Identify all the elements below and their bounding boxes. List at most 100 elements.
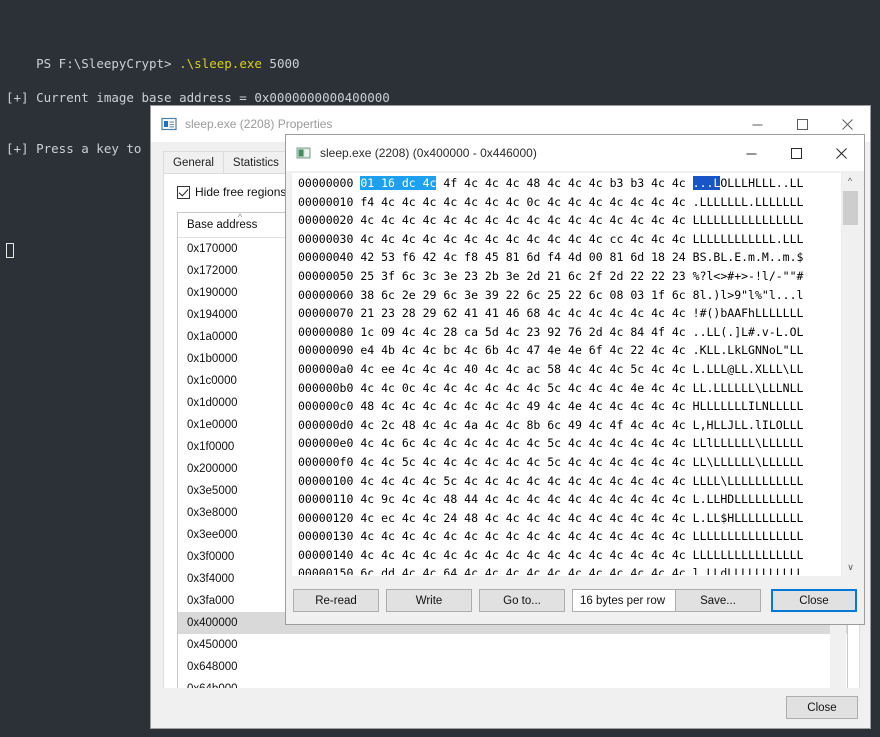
hex-row[interactable]: 00000150 6c dd 4c 4c 64 4c 4c 4c 4c 4c 4… bbox=[293, 564, 857, 576]
chevron-down-icon[interactable]: ∨ bbox=[842, 559, 859, 576]
memory-base-address-cell: 0x194000 bbox=[187, 309, 238, 321]
hex-offset: 00000030 bbox=[298, 231, 361, 246]
hex-ascii: 8l.)l>9"l%"l...l bbox=[692, 287, 804, 302]
maximize-icon[interactable] bbox=[774, 135, 819, 171]
terminal-line-0: PS F:\SleepyCrypt> .\sleep.exe 5000 bbox=[6, 38, 874, 71]
memory-base-address-cell: 0x170000 bbox=[187, 243, 238, 255]
hex-ascii: L,HLLJLL.lILOLLL bbox=[692, 417, 804, 432]
hex-row[interactable]: 000000c0 48 4c 4c 4c 4c 4c 4c 4c 49 4c 4… bbox=[293, 397, 857, 416]
hex-row[interactable]: 00000050 25 3f 6c 3c 3e 23 2b 3e 2d 21 6… bbox=[293, 267, 857, 286]
minimize-icon[interactable] bbox=[729, 135, 774, 171]
tab-statistics[interactable]: Statistics bbox=[222, 151, 289, 174]
properties-title-text: sleep.exe (2208) Properties bbox=[185, 117, 333, 131]
hex-ascii: LLLLLLLLLLLLLLLL bbox=[692, 213, 804, 228]
hex-bytes: 6c dd 4c 4c 64 4c 4c 4c 4c 4c 4c 4c 4c 4… bbox=[360, 566, 693, 576]
hex-bytes: 4c 4c 5c 4c 4c 4c 4c 4c 4c 5c 4c 4c 4c 4… bbox=[360, 454, 693, 469]
hex-offset: 00000150 bbox=[298, 566, 361, 576]
hide-free-regions-row[interactable]: Hide free regions bbox=[177, 185, 286, 199]
memory-region-icon bbox=[296, 145, 312, 161]
hex-vscrollbar[interactable]: ^ ∨ bbox=[841, 173, 858, 576]
hex-row[interactable]: 00000140 4c 4c 4c 4c 4c 4c 4c 4c 4c 4c 4… bbox=[293, 546, 857, 565]
hex-offset: 00000140 bbox=[298, 547, 361, 562]
hex-dump-view[interactable]: 00000000 01 16 dc 4c 4f 4c 4c 4c 48 4c 4… bbox=[292, 173, 858, 576]
hex-bytes: 42 53 f6 42 4c f8 45 81 6d f4 4d 00 81 6… bbox=[360, 250, 693, 265]
hex-ascii: L.LLL@LL.XLLL\LL bbox=[692, 361, 804, 376]
hex-bytes: 4c 4c 4c 4c 4c 4c 4c 4c 4c 4c 4c 4c 4c 4… bbox=[360, 213, 693, 228]
hex-vscroll-thumb[interactable] bbox=[843, 191, 858, 225]
hex-offset: 00000100 bbox=[298, 473, 361, 488]
tab-general[interactable]: General bbox=[163, 151, 224, 174]
hex-window-controls bbox=[729, 135, 864, 171]
hex-row[interactable]: 00000020 4c 4c 4c 4c 4c 4c 4c 4c 4c 4c 4… bbox=[293, 211, 857, 230]
process-properties-icon bbox=[161, 116, 177, 132]
hex-row[interactable]: 000000f0 4c 4c 5c 4c 4c 4c 4c 4c 4c 5c 4… bbox=[293, 453, 857, 472]
hex-ascii: HLLLLLLLILNLLLLL bbox=[692, 399, 804, 414]
write-button[interactable]: Write bbox=[386, 589, 472, 612]
chevron-up-icon[interactable]: ^ bbox=[842, 173, 858, 190]
re-read-button[interactable]: Re-read bbox=[293, 589, 379, 612]
hex-close-button[interactable]: Close bbox=[771, 589, 857, 612]
hex-offset: 000000b0 bbox=[298, 380, 361, 395]
hex-ascii: LL.LLLLLL\LLLNLL bbox=[692, 380, 804, 395]
hex-row[interactable]: 00000110 4c 9c 4c 4c 48 44 4c 4c 4c 4c 4… bbox=[293, 490, 857, 509]
column-header-base-address[interactable]: Base address ^ bbox=[178, 213, 298, 231]
hex-row[interactable]: 000000d0 4c 2c 48 4c 4c 4a 4c 4c 8b 6c 4… bbox=[293, 416, 857, 435]
hex-row[interactable]: 00000040 42 53 f6 42 4c f8 45 81 6d f4 4… bbox=[293, 248, 857, 267]
hex-offset: 00000050 bbox=[298, 268, 361, 283]
hex-row[interactable]: 00000090 e4 4b 4c 4c bc 4c 6b 4c 47 4e 4… bbox=[293, 341, 857, 360]
hex-bytes: 4c 4c 4c 4c 4c 4c 4c 4c 4c 4c 4c 4c cc 4… bbox=[360, 231, 693, 246]
hex-row[interactable]: 00000070 21 23 28 29 62 41 41 46 68 4c 4… bbox=[293, 304, 857, 323]
hex-bytes: 4c 9c 4c 4c 48 44 4c 4c 4c 4c 4c 4c 4c 4… bbox=[360, 492, 693, 507]
hex-row[interactable]: 00000010 f4 4c 4c 4c 4c 4c 4c 4c 0c 4c 4… bbox=[293, 193, 857, 212]
terminal-arg: 5000 bbox=[261, 56, 300, 71]
hex-offset: 000000d0 bbox=[298, 417, 361, 432]
memory-base-address-cell: 0x1c0000 bbox=[187, 375, 237, 387]
terminal-prompt: PS F:\SleepyCrypt> bbox=[36, 56, 180, 71]
hex-bytes: 4f 4c 4c 4c 48 4c 4c 4c b3 b3 4c 4c bbox=[436, 176, 693, 190]
table-row[interactable]: 0x450000 bbox=[178, 634, 847, 656]
memory-base-address-cell: 0x1d0000 bbox=[187, 397, 238, 409]
hex-row[interactable]: 00000080 1c 09 4c 4c 28 ca 5d 4c 23 92 7… bbox=[293, 323, 857, 342]
hex-row[interactable]: 00000030 4c 4c 4c 4c 4c 4c 4c 4c 4c 4c 4… bbox=[293, 230, 857, 249]
memory-base-address-cell: 0x3f0000 bbox=[187, 551, 235, 563]
memory-base-address-cell: 0x172000 bbox=[187, 265, 238, 277]
column-header-base-address-label: Base address bbox=[187, 219, 258, 231]
memory-base-address-cell: 0x1a0000 bbox=[187, 331, 238, 343]
hex-bytes: 38 6c 2e 29 6c 3e 39 22 6c 25 22 6c 08 0… bbox=[360, 287, 693, 302]
memory-base-address-cell: 0x3f4000 bbox=[187, 573, 235, 585]
memory-hex-editor-window[interactable]: sleep.exe (2208) (0x400000 - 0x446000) 0… bbox=[285, 134, 865, 625]
hex-button-bar: Re-read Write Go to... 16 bytes per row … bbox=[286, 577, 864, 624]
hex-bytes: 4c 4c 4c 4c 4c 4c 4c 4c 4c 4c 4c 4c 4c 4… bbox=[360, 529, 693, 544]
properties-close-button[interactable]: Close bbox=[786, 696, 858, 719]
hex-titlebar[interactable]: sleep.exe (2208) (0x400000 - 0x446000) bbox=[286, 135, 864, 171]
hex-row[interactable]: 00000120 4c ec 4c 4c 24 48 4c 4c 4c 4c 4… bbox=[293, 509, 857, 528]
hex-ascii: !#()bAAFhLLLLLLL bbox=[692, 306, 804, 321]
hex-row[interactable]: 000000a0 4c ee 4c 4c 4c 40 4c 4c ac 58 4… bbox=[293, 360, 857, 379]
hex-bytes: 4c 4c 0c 4c 4c 4c 4c 4c 4c 5c 4c 4c 4c 4… bbox=[360, 380, 693, 395]
hex-offset: 00000130 bbox=[298, 529, 361, 544]
go-to-button[interactable]: Go to... bbox=[479, 589, 565, 612]
save-button[interactable]: Save... bbox=[675, 589, 761, 612]
hex-ascii: ..LL(.]L#.v-L.OL bbox=[692, 324, 804, 339]
hide-free-regions-checkbox[interactable] bbox=[177, 185, 190, 199]
close-icon[interactable] bbox=[819, 135, 864, 171]
hex-offset: 000000c0 bbox=[298, 399, 361, 414]
hex-bytes: 4c 4c 6c 4c 4c 4c 4c 4c 4c 5c 4c 4c 4c 4… bbox=[360, 436, 693, 451]
terminal-command: .\sleep.exe bbox=[179, 56, 262, 71]
hex-bytes: 4c 4c 4c 4c 5c 4c 4c 4c 4c 4c 4c 4c 4c 4… bbox=[360, 473, 693, 488]
hex-row[interactable]: 000000e0 4c 4c 6c 4c 4c 4c 4c 4c 4c 5c 4… bbox=[293, 434, 857, 453]
hex-bytes: 21 23 28 29 62 41 41 46 68 4c 4c 4c 4c 4… bbox=[360, 306, 693, 321]
hex-ascii: LL\LLLLLL\LLLLLL bbox=[692, 454, 804, 469]
hex-ascii: LLLLLLLLLLLL.LLL bbox=[692, 231, 804, 246]
hex-row[interactable]: 00000130 4c 4c 4c 4c 4c 4c 4c 4c 4c 4c 4… bbox=[293, 527, 857, 546]
hex-offset: 00000090 bbox=[298, 343, 361, 358]
table-row[interactable]: 0x648000 bbox=[178, 656, 847, 678]
hex-row[interactable]: 000000b0 4c 4c 0c 4c 4c 4c 4c 4c 4c 5c 4… bbox=[293, 379, 857, 398]
hex-row[interactable]: 00000060 38 6c 2e 29 6c 3e 39 22 6c 25 2… bbox=[293, 286, 857, 305]
hex-ascii: l.LLdLLLLLLLLLLL bbox=[692, 566, 804, 576]
hex-offset: 000000e0 bbox=[298, 436, 361, 451]
hex-ascii: L.LLHDLLLLLLLLLL bbox=[692, 492, 804, 507]
sort-ascending-icon: ^ bbox=[238, 212, 243, 222]
hex-row[interactable]: 00000100 4c 4c 4c 4c 5c 4c 4c 4c 4c 4c 4… bbox=[293, 472, 857, 491]
hex-row[interactable]: 00000000 01 16 dc 4c 4f 4c 4c 4c 48 4c 4… bbox=[293, 174, 857, 193]
